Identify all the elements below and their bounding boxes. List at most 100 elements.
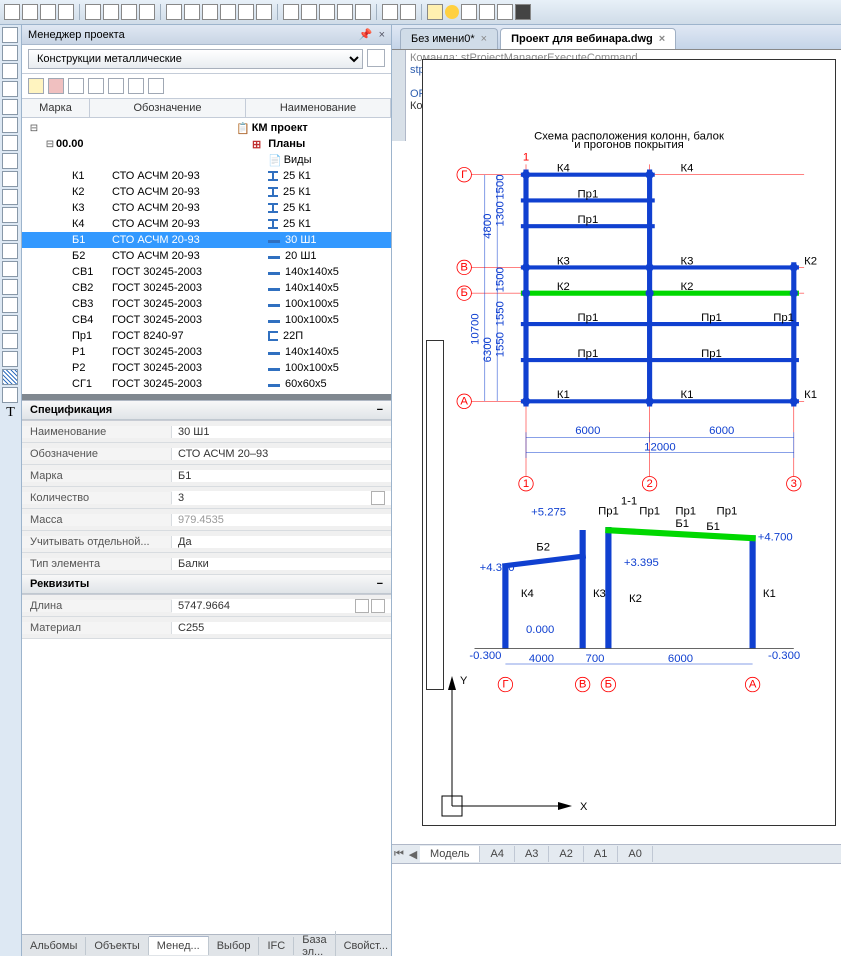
tab-nav-prev[interactable]: ◀ (406, 848, 420, 861)
close-icon[interactable]: × (379, 29, 385, 41)
layout-tab[interactable]: А2 (549, 846, 583, 862)
tool-icon[interactable] (2, 63, 18, 79)
toolbar-icon[interactable] (121, 4, 137, 20)
tree-item[interactable]: Пр1ГОСТ 8240-97 22П (22, 328, 391, 344)
tool-icon[interactable] (2, 351, 18, 367)
panel-tab[interactable]: Выбор (209, 937, 260, 955)
sun-icon[interactable] (445, 5, 459, 19)
toolbar-icon[interactable] (461, 4, 477, 20)
tool-icon[interactable] (2, 261, 18, 277)
tree-item[interactable]: СВ4ГОСТ 30245-2003 100х100х5 (22, 312, 391, 328)
tool-icon[interactable] (2, 225, 18, 241)
tree-item[interactable]: Б2СТО АСЧМ 20-93 20 Ш1 (22, 248, 391, 264)
wizard-icon[interactable] (367, 49, 385, 67)
toolbar-icon[interactable] (139, 4, 155, 20)
tool-icon[interactable] (2, 279, 18, 295)
paste-icon[interactable] (128, 78, 144, 94)
tool-text-icon[interactable]: T (2, 405, 19, 421)
toolbar-icon[interactable] (85, 4, 101, 20)
copy-icon[interactable] (108, 78, 124, 94)
toolbar-icon[interactable] (479, 4, 495, 20)
tree-item[interactable]: К3СТО АСЧМ 20-93 25 К1 (22, 200, 391, 216)
property-row[interactable]: Тип элементаБалки (22, 553, 391, 575)
close-tab-icon[interactable]: × (481, 33, 487, 45)
toolbar-icon[interactable] (319, 4, 335, 20)
collapse-icon[interactable]: − (377, 578, 383, 590)
tab-nav-first[interactable]: ⏮ (392, 848, 406, 861)
property-row[interactable]: Масса979.4535 (22, 509, 391, 531)
tool-icon[interactable] (2, 297, 18, 313)
tree-item[interactable]: СГ1ГОСТ 30245-2003 60х60х5 (22, 376, 391, 392)
drawing-canvas[interactable]: Схема расположения колонн, балок и прого… (392, 49, 841, 956)
pick-icon[interactable] (371, 599, 385, 613)
layout-tab[interactable]: А0 (618, 846, 652, 862)
tool-icon[interactable] (2, 99, 18, 115)
property-row[interactable]: ОбозначениеСТО АСЧМ 20–93 (22, 443, 391, 465)
toolbar-icon[interactable] (220, 4, 236, 20)
toolbar-icon[interactable] (58, 4, 74, 20)
edit-icon[interactable] (355, 599, 369, 613)
toolbar-icon[interactable] (337, 4, 353, 20)
tree-item[interactable]: СВ1ГОСТ 30245-2003 140х140х5 (22, 264, 391, 280)
tree-item[interactable]: Р2ГОСТ 30245-2003 100х100х5 (22, 360, 391, 376)
toolbar-icon[interactable] (256, 4, 272, 20)
toolbar-icon[interactable] (40, 4, 56, 20)
tree-item[interactable]: Р1ГОСТ 30245-2003 140х140х5 (22, 344, 391, 360)
toolbar-icon[interactable] (4, 4, 20, 20)
tool-hatch-icon[interactable] (2, 369, 18, 385)
delete-icon[interactable] (48, 78, 64, 94)
toolbar-icon[interactable] (166, 4, 182, 20)
tree-item[interactable]: К4СТО АСЧМ 20-93 25 К1 (22, 216, 391, 232)
tree-views[interactable]: 📄 Виды (22, 152, 391, 168)
document-tab[interactable]: Проект для вебинара.dwg× (500, 28, 676, 49)
panel-tab[interactable]: IFC (259, 937, 294, 955)
toolbar-icon[interactable] (382, 4, 398, 20)
tree-view[interactable]: Марка Обозначение Наименование ⊟📋 КМ про… (22, 99, 391, 394)
tree-root-code[interactable]: ⊟00.00⊞ Планы (22, 136, 391, 152)
tool-icon[interactable] (2, 153, 18, 169)
edit-icon[interactable] (371, 491, 385, 505)
panel-tab[interactable]: База эл... (294, 931, 335, 956)
tool-icon[interactable] (2, 81, 18, 97)
panel-tab[interactable]: Объекты (86, 937, 148, 955)
bulb-icon[interactable] (427, 4, 443, 20)
toolbar-icon[interactable] (355, 4, 371, 20)
tool-icon[interactable] (2, 117, 18, 133)
new-icon[interactable] (28, 78, 44, 94)
tool-icon[interactable] (2, 171, 18, 187)
property-row[interactable]: Количество3 (22, 487, 391, 509)
property-row[interactable]: МаркаБ1 (22, 465, 391, 487)
panel-tab[interactable]: Свойст... (336, 937, 397, 955)
property-row[interactable]: Учитывать отдельной...Да (22, 531, 391, 553)
tool-icon[interactable] (2, 135, 18, 151)
tool-icon[interactable] (2, 207, 18, 223)
tool-icon[interactable] (2, 27, 18, 43)
tree-item[interactable]: К2СТО АСЧМ 20-93 25 К1 (22, 184, 391, 200)
toolbar-icon[interactable] (184, 4, 200, 20)
layout-tab[interactable]: Модель (420, 846, 480, 862)
document-tab[interactable]: Без имени0*× (400, 28, 498, 49)
cut-icon[interactable] (88, 78, 104, 94)
collapse-icon[interactable]: − (377, 404, 383, 416)
close-tab-icon[interactable]: × (659, 33, 665, 45)
pin-icon[interactable]: 📌 (359, 29, 373, 41)
tool-icon[interactable] (2, 387, 18, 403)
tool-icon[interactable] (2, 315, 18, 331)
layout-tab[interactable]: А3 (515, 846, 549, 862)
refresh-icon[interactable] (148, 78, 164, 94)
property-row[interactable]: МатериалС255 (22, 617, 391, 639)
toolbar-icon[interactable] (202, 4, 218, 20)
tree-item[interactable]: СВ2ГОСТ 30245-2003 140х140х5 (22, 280, 391, 296)
toolbar-icon[interactable] (515, 4, 531, 20)
toolbar-icon[interactable] (283, 4, 299, 20)
toolbar-icon[interactable] (400, 4, 416, 20)
tool-icon[interactable] (2, 189, 18, 205)
toolbar-icon[interactable] (301, 4, 317, 20)
toolbar-icon[interactable] (497, 4, 513, 20)
panel-tab[interactable]: Альбомы (22, 937, 86, 955)
tool-icon[interactable] (2, 333, 18, 349)
property-row[interactable]: Длина5747.9664 (22, 595, 391, 617)
toolbar-icon[interactable] (22, 4, 38, 20)
tool-icon[interactable] (2, 243, 18, 259)
toolbar-icon[interactable] (238, 4, 254, 20)
